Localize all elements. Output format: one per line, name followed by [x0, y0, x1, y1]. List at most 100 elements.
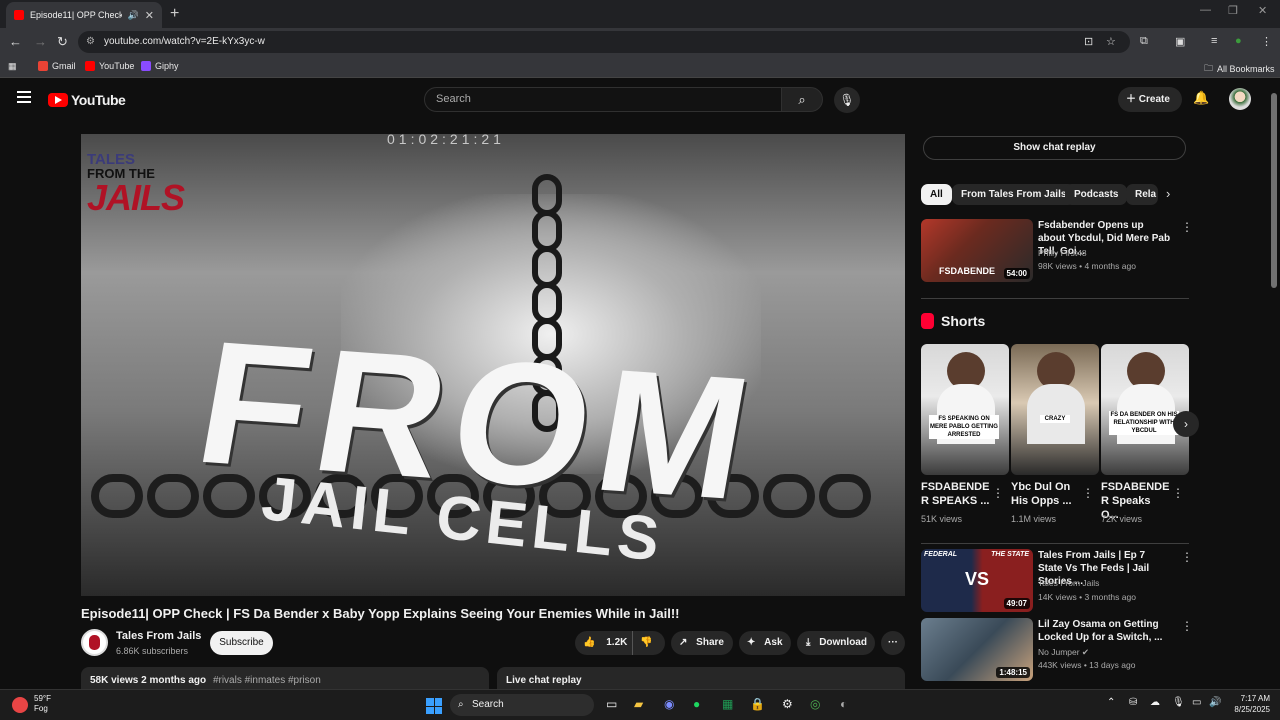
- forward-icon[interactable]: →: [34, 34, 47, 49]
- short-thumbnail[interactable]: CRAZY: [1011, 344, 1099, 475]
- more-options-icon[interactable]: ⋮: [1172, 486, 1184, 500]
- all-bookmarks-label: All Bookmarks: [1217, 64, 1275, 74]
- file-explorer-icon[interactable]: ▰: [634, 697, 643, 711]
- video-meta: 98K views • 4 months ago: [1038, 261, 1136, 271]
- weather-widget[interactable]: 59°F Fog: [12, 694, 51, 714]
- short-title[interactable]: Ybc Dul On His Opps ...: [1011, 480, 1081, 508]
- install-app-icon[interactable]: ⊡: [1084, 35, 1093, 48]
- close-window-button[interactable]: ✕: [1258, 4, 1267, 17]
- network-app-icon[interactable]: ⛁: [1129, 697, 1137, 708]
- create-button[interactable]: ＋ Create: [1118, 87, 1182, 112]
- browser-tab-active[interactable]: Episode11| OPP Check | FS 🔊 ✕: [6, 2, 162, 28]
- bookmark-gmail[interactable]: Gmail: [38, 61, 76, 71]
- profile-icon[interactable]: ●: [1235, 35, 1242, 47]
- chip-from-tales-from-jails[interactable]: From Tales From Jails: [952, 184, 1076, 205]
- download-button[interactable]: ⤓ Download: [797, 631, 875, 655]
- short-views: 72K views: [1101, 514, 1143, 524]
- discord-icon[interactable]: ◉: [664, 697, 674, 711]
- apps-grid-icon[interactable]: ▦: [8, 61, 17, 72]
- chip-related[interactable]: Rela: [1126, 184, 1158, 205]
- subscribe-button[interactable]: Subscribe: [210, 631, 273, 655]
- channel-avatar[interactable]: [81, 629, 108, 656]
- more-options-icon[interactable]: ⋮: [1082, 486, 1094, 500]
- chips-next-chevron-icon[interactable]: ›: [1166, 186, 1170, 201]
- plus-icon: ＋: [1126, 94, 1136, 105]
- short-person-graphic: [1027, 384, 1085, 444]
- back-icon[interactable]: ←: [9, 34, 22, 49]
- settings-gear-icon[interactable]: ⚙: [782, 697, 793, 711]
- reload-icon[interactable]: ↻: [57, 34, 68, 50]
- channel-name[interactable]: No Jumper ✔: [1038, 647, 1089, 658]
- divider: [921, 543, 1189, 544]
- show-hidden-icons-chevron-icon[interactable]: ⌃: [1107, 697, 1115, 708]
- more-options-icon[interactable]: ⋮: [1181, 550, 1193, 564]
- like-button[interactable]: 👍 1.2K: [583, 631, 627, 655]
- task-view-icon[interactable]: ▭: [606, 697, 617, 711]
- all-bookmarks[interactable]: 🗀 All Bookmarks: [1204, 61, 1275, 77]
- short-title[interactable]: FSDABENDE R SPEAKS ...: [921, 480, 991, 508]
- bookmark-star-icon[interactable]: ☆: [1106, 35, 1116, 48]
- video-thumbnail[interactable]: FSDABENDE 54:00: [921, 219, 1033, 282]
- share-button[interactable]: ↗ Share: [671, 631, 733, 655]
- more-options-icon[interactable]: ⋮: [1181, 619, 1193, 633]
- search-button[interactable]: ⌕: [781, 87, 823, 112]
- account-avatar[interactable]: [1229, 88, 1251, 110]
- short-thumbnail[interactable]: FS DA BENDER ON HIS RELATIONSHIP WITH YB…: [1101, 344, 1189, 475]
- more-actions-button[interactable]: ···: [881, 631, 905, 655]
- app-icon[interactable]: ◐: [840, 697, 847, 711]
- dislike-button[interactable]: 👎: [640, 631, 652, 655]
- windows-start-icon[interactable]: [426, 698, 442, 714]
- thumbnail-text: VS: [965, 569, 990, 589]
- chip-all[interactable]: All: [921, 184, 952, 205]
- spotify-icon[interactable]: ●: [693, 697, 700, 711]
- channel-name[interactable]: Philly First48: [1038, 248, 1087, 258]
- system-clock[interactable]: 7:17 AM 8/25/2025: [1226, 693, 1270, 715]
- more-options-icon[interactable]: ⋮: [1181, 220, 1193, 234]
- menu-icon[interactable]: [17, 91, 31, 103]
- search-input[interactable]: Search: [424, 87, 782, 112]
- bookmark-youtube[interactable]: YouTube: [85, 61, 134, 71]
- more-options-icon[interactable]: ⋮: [992, 486, 1004, 500]
- youtube-logo[interactable]: YouTube: [48, 92, 126, 108]
- folder-icon: 🗀: [1204, 63, 1214, 73]
- thumbs-down-icon: 👎: [640, 637, 653, 648]
- microphone-icon[interactable]: 🎙: [1172, 697, 1185, 708]
- reading-list-icon[interactable]: ≡: [1211, 35, 1217, 47]
- video-thumbnail[interactable]: FEDERAL THE STATE VS 49:07: [921, 549, 1033, 612]
- minimize-button[interactable]: —: [1200, 4, 1211, 16]
- cloud-icon[interactable]: ☁: [1150, 697, 1160, 708]
- volume-icon[interactable]: 🔊: [1209, 697, 1221, 708]
- hashtags[interactable]: #rivals #inmates #prison: [213, 675, 321, 686]
- video-meta: 14K views • 3 months ago: [1038, 592, 1136, 602]
- lock-app-icon[interactable]: 🔒: [750, 697, 765, 711]
- voice-search-button[interactable]: 🎙: [834, 87, 860, 113]
- address-bar[interactable]: ⚙ youtube.com/watch?v=2E-kYx3yc-w: [78, 31, 1130, 53]
- chip-podcasts[interactable]: Podcasts: [1065, 184, 1128, 205]
- shorts-next-chevron-icon[interactable]: ›: [1173, 411, 1199, 437]
- show-chat-replay-button[interactable]: Show chat replay: [923, 136, 1186, 160]
- video-title[interactable]: Lil Zay Osama on Getting Locked Up for a…: [1038, 618, 1172, 644]
- page-scrollbar[interactable]: [1271, 93, 1277, 288]
- speaker-icon[interactable]: 🔊: [128, 10, 139, 21]
- side-panel-icon[interactable]: ▣: [1175, 35, 1185, 48]
- chrome-icon[interactable]: ◎: [810, 697, 820, 711]
- extensions-icon[interactable]: ⧉: [1140, 35, 1148, 48]
- maximize-button[interactable]: ❐: [1228, 4, 1238, 17]
- video-thumbnail[interactable]: 1:48:15: [921, 618, 1033, 681]
- short-caption: FS DA BENDER ON HIS RELATIONSHIP WITH YB…: [1109, 411, 1179, 435]
- video-player[interactable]: 01:02:21:21 FROM JAIL CELLS TALES FROM T…: [81, 134, 905, 596]
- short-caption: CRAZY: [1040, 415, 1070, 423]
- channel-name[interactable]: Tales From Jails: [116, 630, 201, 642]
- ask-button[interactable]: ✦ Ask: [739, 631, 791, 655]
- excel-icon[interactable]: ▦: [722, 697, 733, 711]
- tab-close-icon[interactable]: ✕: [145, 9, 154, 22]
- new-tab-button[interactable]: +: [170, 5, 179, 23]
- channel-name[interactable]: Tales From Jails: [1038, 578, 1099, 588]
- monitor-icon[interactable]: ▭: [1192, 697, 1201, 708]
- bookmark-giphy[interactable]: Giphy: [141, 61, 179, 71]
- notifications-bell-icon[interactable]: 🔔: [1193, 90, 1209, 106]
- chrome-menu-icon[interactable]: ⋮: [1261, 35, 1272, 48]
- site-info-icon[interactable]: ⚙: [86, 31, 95, 53]
- short-thumbnail[interactable]: FS SPEAKING ON MERE PABLO GETTING ARREST…: [921, 344, 1009, 475]
- taskbar-search[interactable]: ⌕ Search: [450, 694, 594, 716]
